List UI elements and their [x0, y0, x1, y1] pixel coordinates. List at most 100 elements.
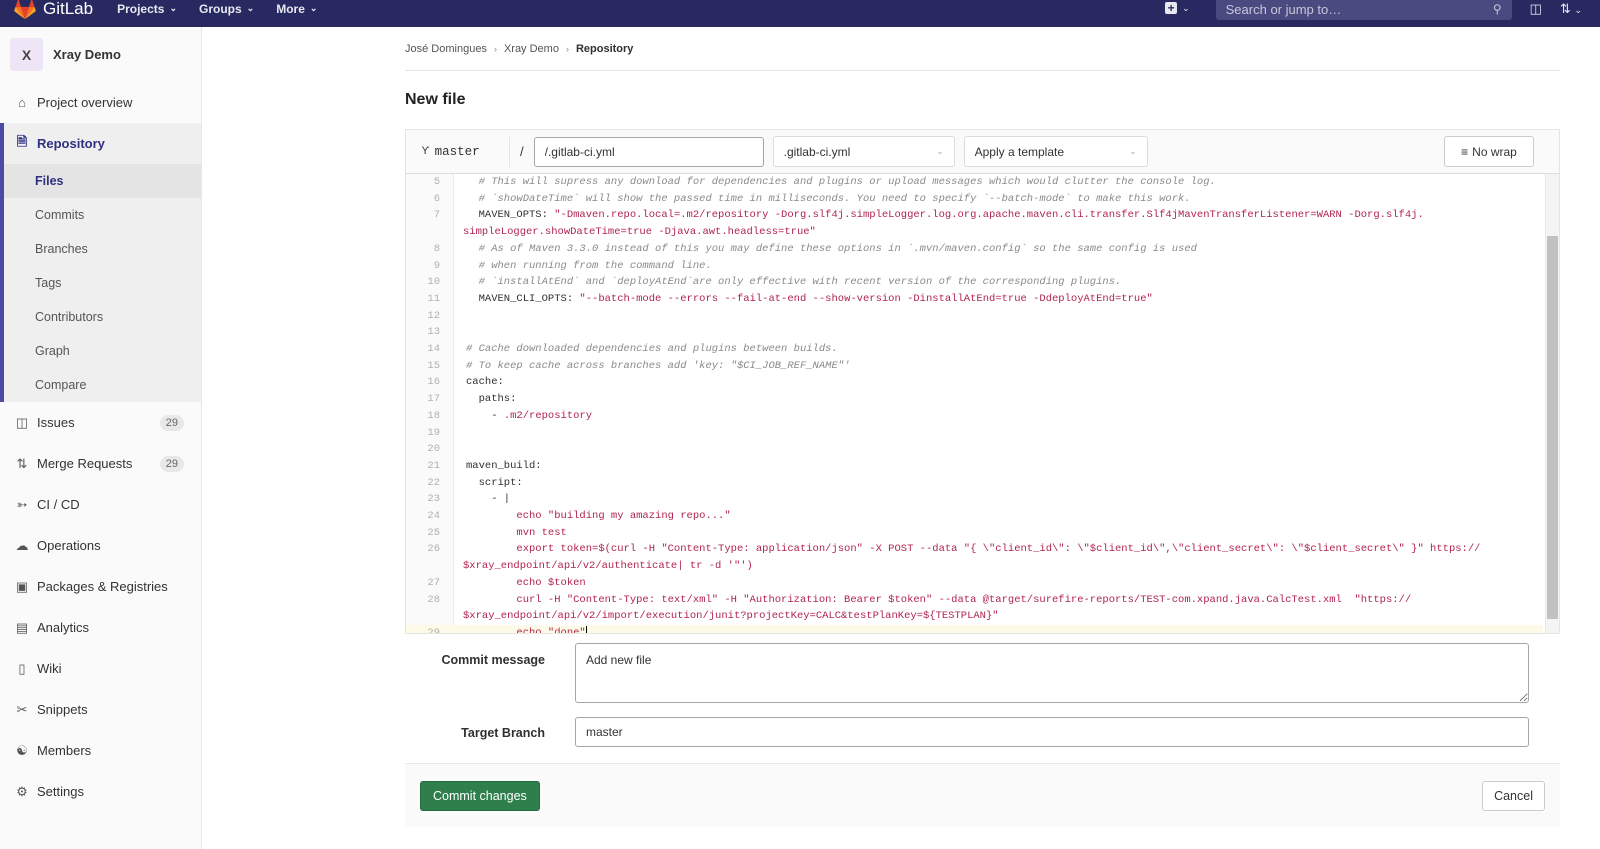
brand-name: GitLab: [43, 0, 94, 18]
line-text-wrapped: $xray_endpoint/api/v2/import/execution/j…: [406, 608, 1543, 625]
target-branch-input[interactable]: [575, 717, 1529, 747]
line-text: script:: [406, 475, 1543, 492]
sidebar-subitem-contributors[interactable]: Contributors: [4, 300, 201, 334]
path-separator: /: [520, 144, 524, 159]
line-text: # `installAtEnd` and `deployAtEnd`are on…: [406, 274, 1543, 291]
sidebar-item-analytics[interactable]: ▤ Analytics: [0, 607, 201, 648]
template-select[interactable]: Apply a template ⌄: [963, 136, 1148, 167]
sidebar-item-operations[interactable]: ☁ Operations: [0, 525, 201, 566]
sidebar-item-ci-cd[interactable]: ➳ CI / CD: [0, 484, 201, 525]
breadcrumb-repository[interactable]: Repository: [576, 43, 633, 55]
code-comment: # `installAtEnd` and `deployAtEnd`are on…: [466, 276, 1122, 289]
sidebar-subitem-tags[interactable]: Tags: [4, 266, 201, 300]
sidebar-subitem-commits[interactable]: Commits: [4, 198, 201, 232]
sidebar-item-merge-requests[interactable]: ⇅ Merge Requests 29: [0, 443, 201, 484]
sidebar-item-project-overview[interactable]: ⌂ Project overview: [0, 82, 201, 123]
sidebar-item-label: Merge Requests: [37, 456, 133, 471]
sidebar-item-snippets[interactable]: ✂ Snippets: [0, 689, 201, 730]
code-line: 9 # when running from the command line.: [406, 258, 1543, 275]
scrollbar-thumb[interactable]: [1547, 236, 1558, 619]
line-text: - |: [406, 491, 1543, 508]
line-text: export token=$(curl -H "Content-Type: ap…: [406, 541, 1543, 558]
line-number: 19: [427, 426, 440, 439]
line-text: paths:: [406, 391, 1543, 408]
line-text: # This will supress any download for dep…: [406, 174, 1543, 191]
nav-more[interactable]: More ⌄: [276, 2, 317, 16]
top-navbar: GitLab Projects ⌄ Groups ⌄ More ⌄ + ⌄ Searc…: [0, 0, 1600, 27]
code-string: echo $token: [466, 576, 586, 589]
sidebar-subitem-branches[interactable]: Branches: [4, 232, 201, 266]
branch-name: master: [434, 144, 480, 159]
sidebar-item-packages[interactable]: ▣ Packages & Registries: [0, 566, 201, 607]
issues-icon[interactable]: ◫: [1530, 1, 1542, 17]
code-key: cache:: [466, 376, 504, 389]
project-avatar: X: [10, 38, 43, 71]
nav-projects-label: Projects: [117, 1, 165, 16]
package-icon: ▣: [15, 578, 29, 594]
breadcrumb: José Domingues › Xray Demo › Repository: [405, 27, 1560, 71]
top-right-actions: + ⌄ Search or jump to… ⚲ ◫ ⇅ ⌄: [1165, 0, 1600, 27]
line-number: 11: [427, 292, 440, 305]
sidebar-item-repository[interactable]: 🗎 Repository: [4, 123, 201, 164]
chevron-down-icon: ⌄: [1182, 2, 1190, 13]
search-input[interactable]: Search or jump to… ⚲: [1215, 0, 1512, 20]
sidebar-item-label: Snippets: [37, 702, 88, 717]
code-line: 27 echo $token: [406, 575, 1543, 592]
plus-square-icon: +: [1165, 2, 1178, 14]
text-cursor: [585, 625, 587, 633]
code-comment: # This will supress any download for dep…: [466, 176, 1216, 188]
breadcrumb-project[interactable]: Xray Demo: [504, 43, 559, 55]
soft-wrap-toggle-button[interactable]: ≡ No wrap: [1444, 136, 1534, 167]
sidebar-item-label: Members: [37, 743, 92, 758]
gear-icon: ⚙: [16, 783, 28, 799]
code-line: 14 # Cache downloaded dependencies and pl…: [406, 341, 1543, 358]
scissors-icon: ✂: [16, 701, 28, 717]
breadcrumb-user[interactable]: José Domingues: [405, 43, 487, 55]
project-header[interactable]: X Xray Demo: [0, 27, 201, 82]
code-line: 15 # To keep cache across branches add 'k…: [406, 358, 1543, 375]
gitlab-logo[interactable]: GitLab: [14, 0, 93, 27]
code-key: - |: [466, 493, 511, 506]
line-number: 15: [427, 359, 440, 372]
code-string: mvn test: [466, 526, 567, 539]
line-text: # `showDateTime` will show the passed ti…: [406, 191, 1543, 208]
nav-groups[interactable]: Groups ⌄: [199, 2, 254, 16]
line-number: 7: [433, 209, 440, 222]
sidebar-subitem-files[interactable]: Files: [4, 164, 201, 198]
code-line: 10 # `installAtEnd` and `deployAtEnd`are…: [406, 274, 1543, 291]
sidebar-subitem-graph[interactable]: Graph: [4, 334, 201, 368]
code-string: "--batch-mode --errors --fail-at-end --s…: [579, 292, 1153, 305]
form-actions: Commit changes Cancel: [405, 763, 1560, 827]
sidebar-item-label: Settings: [37, 784, 84, 799]
sidebar-item-label: Packages & Registries: [37, 579, 168, 594]
sidebar-item-members[interactable]: ☯ Members: [0, 730, 201, 771]
line-number: 22: [427, 476, 440, 489]
sidebar-item-issues[interactable]: ◫ Issues 29: [0, 402, 201, 443]
code-key: MAVEN_OPTS:: [466, 209, 555, 222]
code-editor[interactable]: 5 # This will supress any download for d…: [405, 173, 1560, 634]
commit-changes-button[interactable]: Commit changes: [420, 780, 540, 811]
home-icon: ⌂: [18, 95, 26, 110]
merge-request-icon[interactable]: ⇅ ⌄: [1560, 1, 1582, 17]
new-dropdown-button[interactable]: + ⌄: [1165, 2, 1190, 14]
nav-projects[interactable]: Projects ⌄: [117, 2, 177, 16]
sidebar-item-settings[interactable]: ⚙ Settings: [0, 771, 201, 812]
file-name-input[interactable]: [533, 136, 764, 167]
chevron-down-icon: ⌄: [936, 146, 944, 156]
editor-scrollbar[interactable]: [1545, 174, 1559, 633]
file-type-select[interactable]: .gitlab-ci.yml ⌄: [772, 136, 955, 167]
sidebar-item-wiki[interactable]: ▯ Wiki: [0, 648, 201, 689]
code-line: 26 export token=$(curl -H "Content-Type:…: [406, 541, 1543, 574]
line-text: curl -H "Content-Type: text/xml" -H "Aut…: [406, 592, 1543, 609]
sidebar-subitem-compare[interactable]: Compare: [4, 368, 201, 402]
line-number: 16: [427, 376, 440, 389]
document-icon: 🗎: [16, 133, 28, 149]
line-number: 5: [433, 176, 440, 188]
line-text: echo $token: [406, 575, 1543, 592]
commit-message-input[interactable]: Add new file: [575, 643, 1529, 703]
code-string: export token=$(curl -H "Content-Type: ap…: [466, 543, 1481, 556]
cancel-button[interactable]: Cancel: [1482, 780, 1545, 811]
code-line: 19: [406, 425, 1543, 442]
line-text: maven_build:: [406, 458, 1543, 475]
target-branch-row: Target Branch: [405, 717, 1560, 747]
